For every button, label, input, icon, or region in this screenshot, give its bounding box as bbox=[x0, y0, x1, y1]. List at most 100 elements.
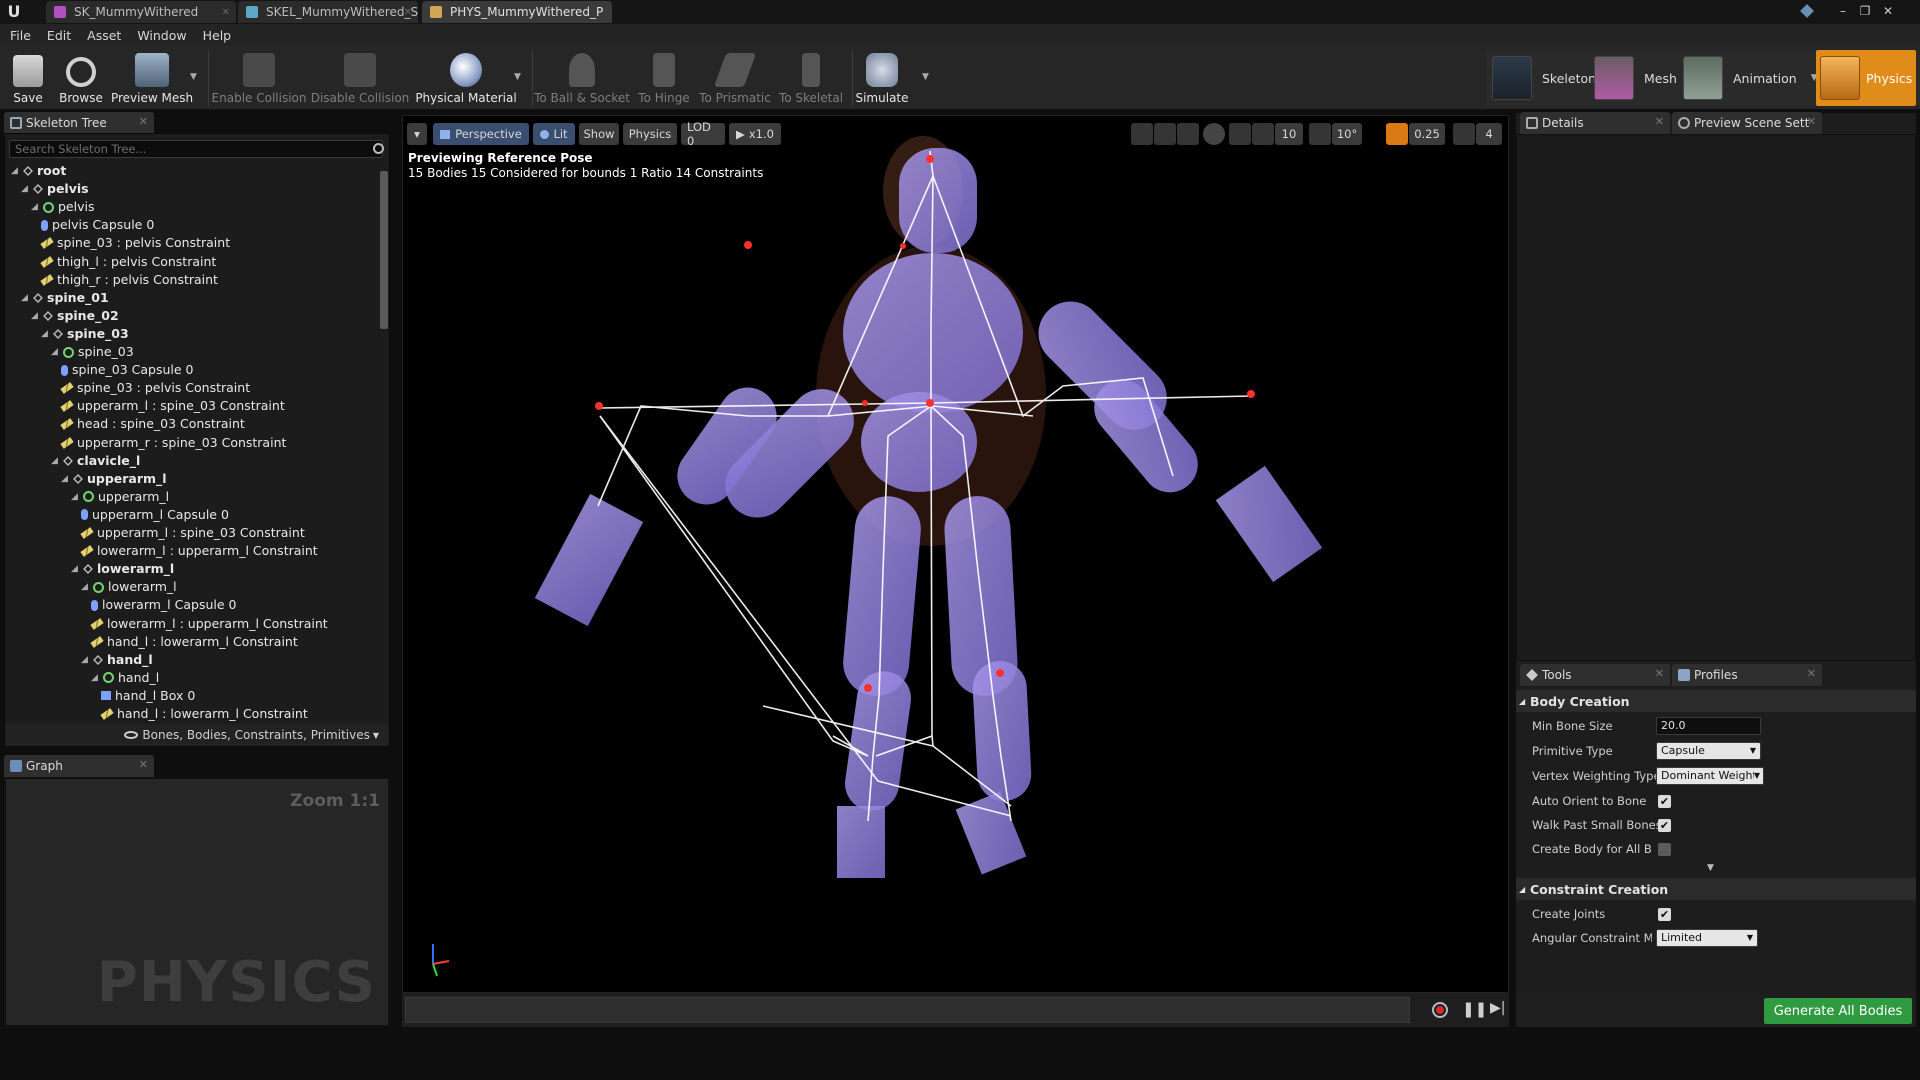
chevron-down-icon[interactable]: ▼ bbox=[922, 72, 929, 82]
step-forward-icon[interactable]: ▶| bbox=[1490, 1000, 1505, 1016]
tree-row[interactable]: spine_03 : pelvis Constraint bbox=[40, 234, 230, 252]
doc-tab-physics[interactable]: PHYS_MummyWithered_P bbox=[422, 1, 612, 23]
expand-icon[interactable]: ◢ bbox=[41, 325, 51, 343]
pause-icon[interactable]: ❚❚ bbox=[1462, 1000, 1487, 1018]
expand-icon[interactable]: ◢ bbox=[51, 452, 61, 470]
expand-icon[interactable]: ◢ bbox=[81, 578, 91, 596]
tree-row[interactable]: ◢ upperarm_l bbox=[71, 488, 169, 506]
to-prismatic-button[interactable]: To Prismatic bbox=[698, 46, 772, 110]
expand-icon[interactable]: ◢ bbox=[31, 307, 41, 325]
tab-tools[interactable]: Tools ✕ bbox=[1520, 664, 1670, 686]
constraint-creation-section[interactable]: ◢ Constraint Creation bbox=[1516, 878, 1916, 900]
tree-row[interactable]: ◢ spine_03 bbox=[41, 325, 129, 343]
tree-row[interactable]: thigh_l : pelvis Constraint bbox=[40, 253, 216, 271]
expand-icon[interactable]: ◢ bbox=[61, 470, 71, 488]
mode-skeleton[interactable]: Skeleton bbox=[1486, 50, 1596, 106]
primitive-type-select[interactable]: Capsule ▼ bbox=[1656, 742, 1761, 760]
expand-icon[interactable]: ◢ bbox=[31, 198, 41, 216]
browse-button[interactable]: Browse bbox=[56, 46, 106, 110]
create-body-all-checkbox[interactable] bbox=[1658, 842, 1671, 856]
menu-edit[interactable]: Edit bbox=[47, 28, 71, 43]
tab-graph[interactable]: Graph ✕ bbox=[4, 755, 154, 777]
feedback-icon[interactable] bbox=[1800, 4, 1814, 18]
menu-file[interactable]: File bbox=[10, 28, 31, 43]
tab-details[interactable]: Details ✕ bbox=[1520, 112, 1670, 134]
tree-row[interactable]: thigh_r : pelvis Constraint bbox=[40, 271, 218, 289]
tree-row[interactable]: upperarm_r : spine_03 Constraint bbox=[60, 434, 286, 452]
to-hinge-button[interactable]: To Hinge bbox=[634, 46, 694, 110]
expand-icon[interactable]: ◢ bbox=[21, 180, 31, 198]
physics-body-preview[interactable] bbox=[403, 116, 1509, 993]
mode-mesh[interactable]: Mesh bbox=[1588, 50, 1677, 106]
tree-row[interactable]: spine_03 Capsule 0 bbox=[61, 361, 194, 379]
tree-row[interactable]: lowerarm_l : upperarm_l Constraint bbox=[90, 615, 328, 633]
physical-material-button[interactable]: Physical Material bbox=[415, 46, 517, 110]
tree-row[interactable]: hand_l Box 0 bbox=[101, 687, 195, 705]
chevron-down-icon[interactable]: ▼ bbox=[190, 72, 197, 82]
record-icon[interactable] bbox=[1432, 1002, 1448, 1018]
tree-row[interactable]: head : spine_03 Constraint bbox=[60, 415, 245, 433]
menu-asset[interactable]: Asset bbox=[87, 28, 121, 43]
mode-animation[interactable]: Animation ▼ bbox=[1677, 50, 1818, 106]
tree-row[interactable]: ◢ spine_01 bbox=[21, 289, 109, 307]
mode-physics[interactable]: Physics bbox=[1816, 50, 1916, 106]
tree-row[interactable]: ◢ hand_l bbox=[91, 669, 159, 687]
advanced-expand-icon[interactable]: ▼ bbox=[1707, 863, 1714, 873]
tab-preview-scene-settings[interactable]: Preview Scene Sett ✕ bbox=[1672, 112, 1822, 134]
expand-icon[interactable]: ◢ bbox=[81, 651, 91, 669]
tree-row[interactable]: hand_l : lowerarm_l Constraint bbox=[90, 633, 298, 651]
tree-row[interactable]: ◢ clavicle_l bbox=[51, 452, 140, 470]
create-joints-checkbox[interactable]: ✔ bbox=[1658, 907, 1671, 921]
doc-tab-mesh[interactable]: SK_MummyWithered ✕ bbox=[46, 1, 236, 23]
unreal-logo-icon[interactable]: U bbox=[4, 2, 24, 22]
close-icon[interactable]: ✕ bbox=[1807, 115, 1816, 128]
tree-row[interactable]: pelvis Capsule 0 bbox=[41, 216, 154, 234]
tree-row[interactable]: ◢ root bbox=[11, 162, 66, 180]
chevron-down-icon[interactable]: ▼ bbox=[373, 731, 379, 740]
preview-mesh-button[interactable]: Preview Mesh bbox=[111, 46, 193, 110]
tree-row[interactable]: ◢ spine_03 bbox=[51, 343, 134, 361]
doc-tab-skeleton[interactable]: SKEL_MummyWithered_Sk ✕ bbox=[238, 1, 418, 23]
maximize-icon[interactable]: ❐ bbox=[1857, 3, 1873, 19]
tree-row[interactable]: upperarm_l Capsule 0 bbox=[81, 506, 229, 524]
graph-panel[interactable]: Zoom 1:1 PHYSICS bbox=[4, 777, 390, 1027]
walk-past-checkbox[interactable]: ✔ bbox=[1658, 818, 1671, 832]
close-icon[interactable]: ✕ bbox=[1655, 115, 1664, 128]
tree-row[interactable]: hand_l : lowerarm_l Constraint bbox=[100, 705, 308, 723]
tree-row[interactable]: ◢ hand_l bbox=[81, 651, 153, 669]
expand-icon[interactable]: ◢ bbox=[51, 343, 61, 361]
tree-row[interactable]: ◢ pelvis bbox=[31, 198, 94, 216]
save-button[interactable]: Save bbox=[8, 46, 48, 110]
skeleton-tree-search-input[interactable]: Search Skeleton Tree... bbox=[9, 140, 383, 158]
minimize-icon[interactable]: – bbox=[1835, 3, 1851, 19]
tree-row[interactable]: upperarm_l : spine_03 Constraint bbox=[80, 524, 305, 542]
tree-row[interactable]: spine_03 : pelvis Constraint bbox=[60, 379, 250, 397]
tree-row[interactable]: ◢ spine_02 bbox=[31, 307, 119, 325]
menu-window[interactable]: Window bbox=[137, 28, 186, 43]
expand-icon[interactable]: ◢ bbox=[21, 289, 31, 307]
expand-icon[interactable]: ◢ bbox=[71, 488, 81, 506]
body-creation-section[interactable]: ◢ Body Creation bbox=[1516, 690, 1916, 712]
chevron-down-icon[interactable]: ▼ bbox=[514, 72, 521, 82]
simulate-button[interactable]: Simulate bbox=[855, 46, 909, 110]
filter-dropdown[interactable]: Bones, Bodies, Constraints, Primitives bbox=[142, 728, 369, 742]
tree-row[interactable]: ◢ lowerarm_l bbox=[81, 578, 177, 596]
close-icon[interactable]: ✕ bbox=[139, 758, 148, 771]
min-bone-size-input[interactable]: 20.0 bbox=[1656, 717, 1761, 735]
menu-help[interactable]: Help bbox=[203, 28, 232, 43]
viewport[interactable]: ▾ Perspective Lit Show Physics LOD 0 ▶ x… bbox=[402, 115, 1509, 993]
expand-icon[interactable]: ◢ bbox=[91, 669, 101, 687]
search-icon[interactable] bbox=[373, 143, 384, 154]
tab-skeleton-tree[interactable]: Skeleton Tree ✕ bbox=[4, 112, 154, 134]
enable-collision-button[interactable]: Enable Collision bbox=[212, 46, 306, 110]
timeline-scrubber[interactable] bbox=[405, 997, 1410, 1023]
generate-all-bodies-button[interactable]: Generate All Bodies bbox=[1764, 998, 1912, 1024]
expand-icon[interactable]: ◢ bbox=[71, 560, 81, 578]
tree-row[interactable]: lowerarm_l Capsule 0 bbox=[91, 596, 236, 614]
to-skeletal-button[interactable]: To Skeletal bbox=[778, 46, 844, 110]
eye-icon[interactable] bbox=[124, 731, 139, 739]
close-icon[interactable]: ✕ bbox=[1807, 667, 1816, 680]
auto-orient-checkbox[interactable]: ✔ bbox=[1658, 794, 1671, 808]
close-icon[interactable]: ✕ bbox=[139, 115, 148, 128]
close-icon[interactable]: ✕ bbox=[404, 7, 412, 18]
